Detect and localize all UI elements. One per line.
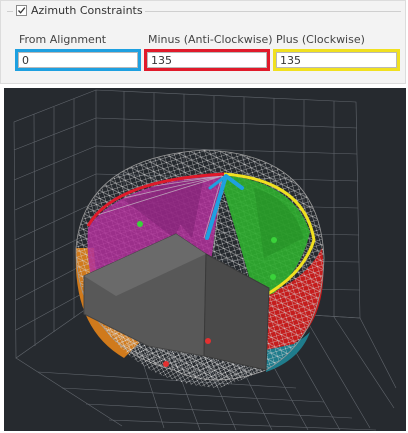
minus-anticlockwise-input[interactable] bbox=[147, 52, 267, 68]
minus-anticlockwise-label: Minus (Anti-Clockwise) bbox=[148, 33, 273, 46]
minus-anticlockwise-field-frame bbox=[144, 49, 270, 71]
3d-scene bbox=[13, 89, 397, 431]
marker-red-2 bbox=[163, 361, 169, 367]
3d-viewport[interactable] bbox=[4, 88, 406, 431]
plus-clockwise-input[interactable] bbox=[276, 52, 397, 68]
plus-clockwise-field-frame bbox=[273, 49, 400, 71]
group-frame-right bbox=[127, 11, 401, 12]
azimuth-constraints-panel: Azimuth Constraints From Alignment Minus… bbox=[0, 0, 406, 84]
marker-red-1 bbox=[205, 338, 211, 344]
marker-green-1 bbox=[137, 221, 143, 227]
plus-clockwise-label: Plus (Clockwise) bbox=[276, 33, 365, 46]
group-title: Azimuth Constraints bbox=[31, 4, 143, 17]
from-alignment-input[interactable] bbox=[18, 52, 138, 68]
from-alignment-label: From Alignment bbox=[19, 33, 107, 46]
marker-green-3 bbox=[270, 274, 276, 280]
azimuth-constraints-header[interactable]: Azimuth Constraints bbox=[14, 4, 145, 17]
from-alignment-field-frame bbox=[15, 49, 141, 71]
group-frame-left bbox=[7, 11, 13, 12]
check-icon bbox=[18, 7, 26, 14]
marker-green-2 bbox=[271, 237, 277, 243]
azimuth-constraints-checkbox[interactable] bbox=[16, 5, 27, 16]
